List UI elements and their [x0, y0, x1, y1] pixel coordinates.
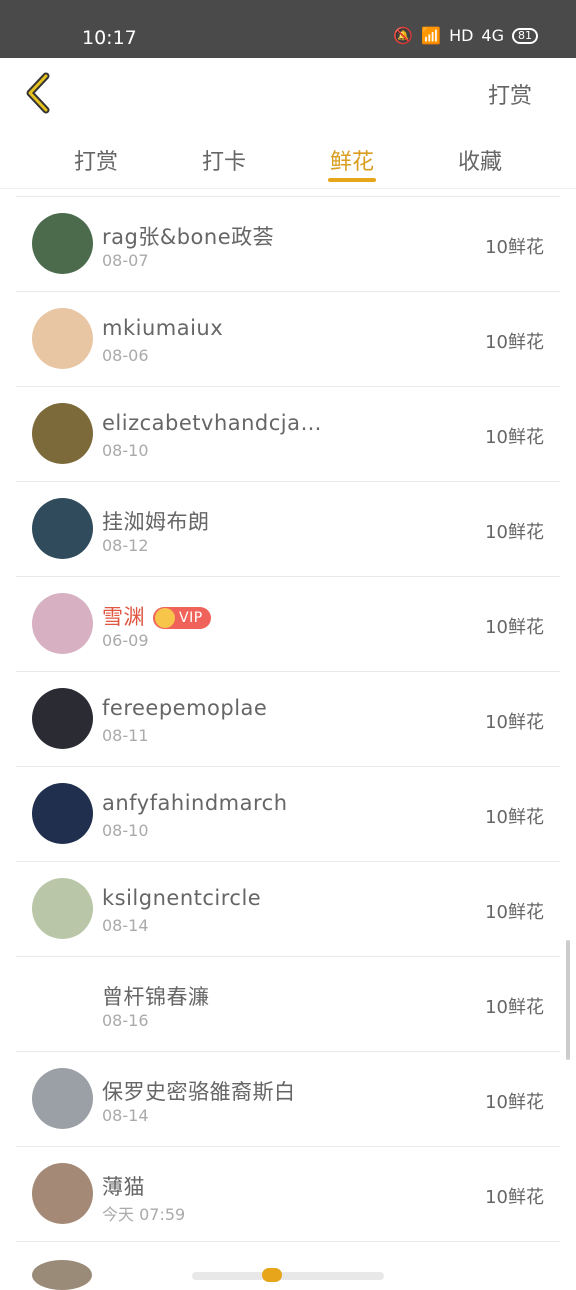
user-name: anfyfahindmarch: [102, 791, 288, 815]
partial-row-bar: [192, 1272, 384, 1280]
user-name-text: fereepemoplae: [102, 696, 268, 720]
tab-bar: 打赏 打卡 鲜花 收藏: [0, 130, 576, 189]
avatar[interactable]: [32, 308, 93, 369]
list-item[interactable]: fereepemoplae 08-11 10鲜花: [16, 672, 560, 767]
user-name: fereepemoplae: [102, 696, 267, 720]
avatar[interactable]: [32, 973, 93, 1034]
user-name-text: anfyfahindmarch: [102, 791, 288, 815]
avatar[interactable]: [32, 213, 93, 274]
network-label: HD: [449, 26, 474, 45]
status-time: 10:17: [82, 27, 137, 49]
tab-checkin[interactable]: 打卡: [202, 144, 246, 176]
list-item[interactable]: anfyfahindmarch 08-10 10鲜花: [16, 767, 560, 862]
user-name: 曾杆锦春濂: [102, 981, 210, 1011]
avatar: [32, 1260, 92, 1290]
tab-reward[interactable]: 打赏: [74, 144, 118, 176]
user-name-text: mkiumaiux: [102, 316, 224, 340]
list-item[interactable]: 挂洳姆布朗 08-12 10鲜花: [16, 482, 560, 577]
vip-badge: VIP: [153, 607, 211, 629]
user-name: 挂洳姆布朗: [102, 506, 210, 536]
gift-date: 08-07: [102, 251, 149, 270]
flower-amount: 10鲜花: [485, 427, 544, 448]
avatar[interactable]: [32, 878, 93, 939]
flower-amount: 10鲜花: [485, 522, 544, 543]
gift-date: 08-06: [102, 346, 149, 365]
list-item[interactable]: 保罗史密骆雒裔斯白 08-14 10鲜花: [16, 1052, 560, 1147]
avatar[interactable]: [32, 688, 93, 749]
tab-flowers[interactable]: 鲜花: [330, 144, 374, 176]
user-name: elizcabetvhandcja…: [102, 411, 322, 435]
crown-icon: [155, 608, 175, 628]
gift-date: 06-09: [102, 631, 149, 650]
list-item[interactable]: 雪渊 VIP 06-09 10鲜花: [16, 577, 560, 672]
list-item[interactable]: 曾杆锦春濂 08-16 10鲜花: [16, 957, 560, 1052]
list-item[interactable]: ksilgnentcircle 08-14 10鲜花: [16, 862, 560, 957]
flower-amount: 10鲜花: [485, 712, 544, 733]
signal-label: 4G: [481, 26, 504, 45]
avatar[interactable]: [32, 1163, 93, 1224]
flower-amount: 10鲜花: [485, 1092, 544, 1113]
user-name-text: 薄猫: [102, 1175, 145, 1199]
flower-amount: 10鲜花: [485, 332, 544, 353]
scrollbar[interactable]: [566, 940, 570, 1060]
list-item[interactable]: 薄猫今天 07:59 10鲜花: [16, 1147, 560, 1242]
user-name-text: 保罗史密骆雒裔斯白: [102, 1080, 296, 1104]
status-icons: 🔕 📶 HD 4G 81: [393, 26, 538, 45]
user-name: rag张&bone政荟: [102, 221, 274, 251]
gift-date: 今天 07:59: [102, 1205, 186, 1224]
flower-amount: 10鲜花: [485, 237, 544, 258]
vip-label: VIP: [179, 610, 203, 626]
back-icon[interactable]: [22, 70, 56, 116]
flower-amount: 10鲜花: [485, 902, 544, 923]
gift-date: 08-16: [102, 1011, 149, 1030]
battery-icon: 81: [512, 27, 538, 44]
avatar[interactable]: [32, 783, 93, 844]
list-item[interactable]: mkiumaiux 08-06 10鲜花: [16, 292, 560, 387]
gift-date: 08-10: [102, 441, 149, 460]
user-name-text: 雪渊: [102, 605, 145, 629]
active-tab-indicator: [328, 178, 376, 182]
user-name-text: 曾杆锦春濂: [102, 985, 210, 1009]
avatar[interactable]: [32, 1068, 93, 1129]
avatar[interactable]: [32, 403, 93, 464]
gift-date: 08-12: [102, 536, 149, 555]
reward-button[interactable]: 打赏: [488, 78, 532, 110]
gift-date: 08-10: [102, 821, 149, 840]
mute-icon: 🔕: [393, 26, 414, 45]
gift-date: 08-14: [102, 1106, 149, 1125]
user-name-text: ksilgnentcircle: [102, 886, 262, 910]
user-name: mkiumaiux: [102, 316, 223, 340]
user-name: 保罗史密骆雒裔斯白: [102, 1076, 296, 1106]
list-item[interactable]: rag张&bone政荟 08-07 10鲜花: [16, 196, 560, 292]
flower-amount: 10鲜花: [485, 617, 544, 638]
user-name-text: 挂洳姆布朗: [102, 510, 210, 534]
gift-date: 08-14: [102, 916, 149, 935]
tab-favorites[interactable]: 收藏: [458, 144, 502, 176]
avatar[interactable]: [32, 593, 93, 654]
gift-date: 08-11: [102, 726, 149, 745]
user-name: ksilgnentcircle: [102, 886, 261, 910]
user-name: 薄猫: [102, 1171, 145, 1201]
flower-amount: 10鲜花: [485, 997, 544, 1018]
flower-list: rag张&bone政荟 08-07 10鲜花 mkiumaiux 08-06 10鲜花 el…: [16, 196, 560, 1242]
wifi-icon: 📶: [421, 26, 442, 45]
list-item[interactable]: elizcabetvhandcja… 08-10 10鲜花: [16, 387, 560, 482]
user-name-text: rag张&bone政荟: [102, 225, 275, 249]
flower-amount: 10鲜花: [485, 807, 544, 828]
user-name: 雪渊 VIP: [102, 601, 211, 631]
avatar[interactable]: [32, 498, 93, 559]
status-bar: 10:17 🔕 📶 HD 4G 81: [0, 0, 576, 58]
user-name-text: elizcabetvhandcja…: [102, 411, 323, 435]
flower-amount: 10鲜花: [485, 1187, 544, 1208]
